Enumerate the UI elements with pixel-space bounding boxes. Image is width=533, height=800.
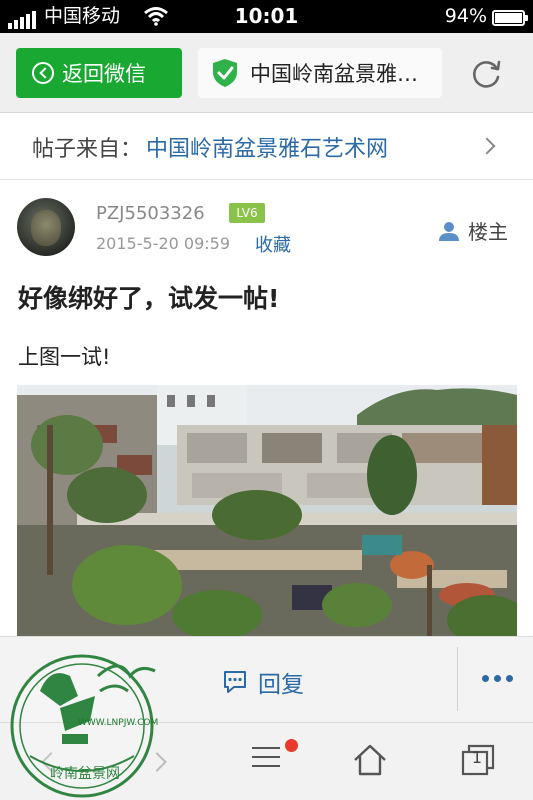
- original-poster-badge: 楼主: [438, 216, 508, 245]
- notification-dot: [285, 739, 298, 752]
- comment-icon: [224, 671, 246, 693]
- person-icon: [439, 221, 459, 241]
- source-forum-link[interactable]: 中国岭南盆景雅石艺术网: [146, 131, 388, 163]
- back-to-wechat-button[interactable]: 返回微信: [16, 48, 182, 98]
- level-badge: LV6: [229, 203, 265, 223]
- op-label: 楼主: [468, 220, 508, 244]
- favorite-button[interactable]: 收藏: [255, 231, 291, 257]
- home-icon[interactable]: [352, 743, 388, 777]
- back-arrow-icon[interactable]: [41, 752, 61, 772]
- post-photo[interactable]: [17, 385, 517, 637]
- tab-count: 1: [471, 748, 483, 767]
- refresh-icon[interactable]: [470, 57, 504, 91]
- back-to-wechat-label: 返回微信: [62, 62, 146, 86]
- menu-icon[interactable]: [252, 747, 282, 777]
- divider: [457, 647, 458, 711]
- browser-navigation-bar: [0, 722, 533, 800]
- status-bar: 中国移动 10:01 94%: [0, 0, 533, 33]
- battery-icon: [492, 10, 528, 26]
- page-title-bar[interactable]: 中国岭南盆景雅石艺术网: [198, 48, 442, 98]
- reply-label: 回复: [258, 672, 304, 698]
- avatar[interactable]: [17, 198, 75, 256]
- watermark-url: WWW.LNPJW.COM: [78, 718, 159, 728]
- username[interactable]: PZJ5503326: [96, 203, 205, 224]
- post-date: 2015-5-20 09:59: [96, 234, 230, 253]
- browser-header: 返回微信 中国岭南盆景雅石艺术网: [0, 33, 533, 113]
- page-title: 中国岭南盆景雅石艺术网: [250, 62, 430, 86]
- verified-shield-icon: [213, 59, 237, 87]
- post-action-bar: 回复: [0, 636, 533, 722]
- back-circle-icon: [32, 62, 54, 84]
- chevron-right-icon: [478, 137, 496, 155]
- more-dots-icon[interactable]: [482, 675, 513, 682]
- post-body: 上图一试!: [18, 345, 111, 369]
- source-prefix: 帖子来自：: [32, 136, 143, 162]
- forward-arrow-icon[interactable]: [147, 752, 167, 772]
- battery-percent: 94%: [444, 5, 487, 27]
- post-title: 好像绑好了，试发一帖!: [18, 284, 280, 313]
- post-source-row[interactable]: 帖子来自： 中国岭南盆景雅石艺术网: [0, 114, 533, 180]
- reply-button[interactable]: 回复: [222, 665, 304, 699]
